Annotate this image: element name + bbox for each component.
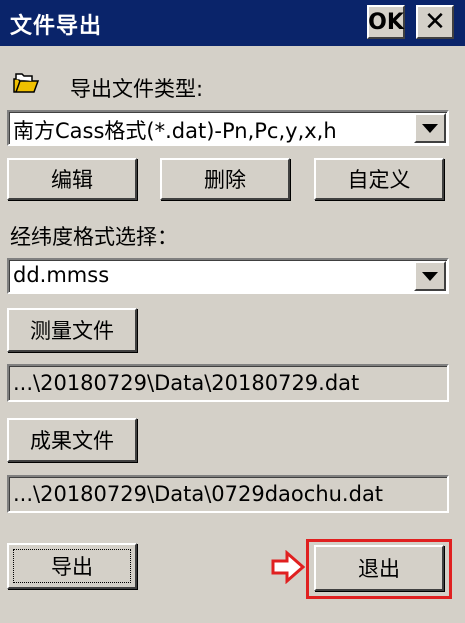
right-arrow-icon	[271, 550, 306, 584]
result-file-path-field: ...\20180729\Data\0729daochu.dat	[7, 475, 449, 513]
survey-file-button[interactable]: 测量文件	[7, 308, 137, 352]
survey-file-path: ...\20180729\Data\20180729.dat	[13, 371, 360, 395]
edit-button[interactable]: 编辑	[7, 158, 137, 200]
chevron-down-icon	[422, 123, 438, 133]
chevron-down-icon	[422, 271, 438, 281]
export-type-dropdown-button[interactable]	[414, 113, 446, 143]
custom-button[interactable]: 自定义	[314, 158, 444, 200]
export-type-value: 南方Cass格式(*.dat)-Pn,Pc,y,x,h	[13, 119, 337, 143]
folder-icon	[13, 73, 40, 93]
result-file-button[interactable]: 成果文件	[7, 418, 137, 462]
latlon-format-select[interactable]: dd.mmss	[7, 258, 449, 294]
close-button[interactable]: ✕	[416, 5, 454, 39]
window-title: 文件导出	[10, 14, 103, 39]
delete-button[interactable]: 删除	[160, 158, 290, 200]
latlon-format-value: dd.mmss	[13, 263, 110, 287]
result-file-path: ...\20180729\Data\0729daochu.dat	[13, 482, 384, 506]
title-bar: 文件导出 OK ✕	[0, 0, 465, 46]
export-button[interactable]: 导出	[7, 543, 137, 589]
close-icon: ✕	[424, 7, 446, 37]
latlon-format-label: 经纬度格式选择：	[10, 225, 178, 249]
ok-button[interactable]: OK	[367, 5, 405, 39]
latlon-format-dropdown-button[interactable]	[414, 261, 446, 291]
exit-button[interactable]: 退出	[314, 545, 444, 591]
survey-file-path-field: ...\20180729\Data\20180729.dat	[7, 364, 449, 402]
export-type-label: 导出文件类型:	[70, 77, 204, 101]
export-type-select[interactable]: 南方Cass格式(*.dat)-Pn,Pc,y,x,h	[7, 110, 449, 146]
